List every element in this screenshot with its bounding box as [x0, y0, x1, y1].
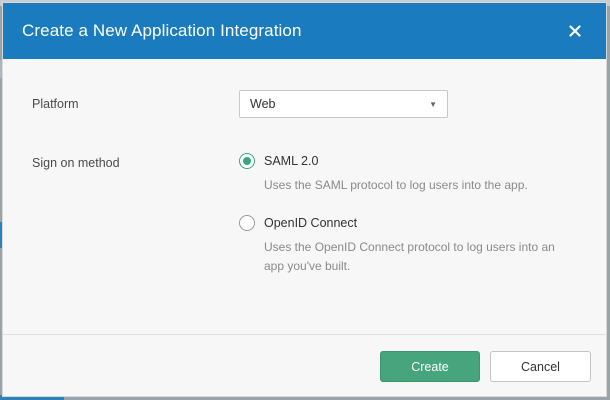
- caret-down-icon: ▼: [429, 99, 437, 109]
- saml-radio-label: SAML 2.0: [264, 154, 319, 168]
- close-icon: [569, 25, 581, 37]
- platform-label: Platform: [32, 97, 79, 111]
- openid-connect-radio-label: OpenID Connect: [264, 216, 358, 230]
- dialog-header: Create a New Application Integration: [3, 3, 606, 59]
- platform-selected-value: Web: [250, 97, 276, 111]
- saml-radio-button[interactable]: [239, 153, 255, 169]
- saml-radio-option[interactable]: SAML 2.0: [239, 153, 318, 169]
- saml-description: Uses the SAML protocol to log users into…: [264, 178, 528, 192]
- openid-connect-radio-option[interactable]: OpenID Connect: [239, 215, 357, 231]
- openid-connect-description: Uses the OpenID Connect protocol to log …: [264, 240, 555, 273]
- create-button[interactable]: Create: [380, 351, 480, 382]
- dialog-body: Platform Web ▼ Sign on method SAML 2.0 U…: [3, 59, 606, 334]
- dialog-title: Create a New Application Integration: [22, 21, 302, 40]
- dialog-footer: Create Cancel: [3, 334, 606, 396]
- openid-connect-radio-button[interactable]: [239, 215, 255, 231]
- create-app-integration-dialog: Create a New Application Integration Pla…: [2, 2, 607, 397]
- cancel-button[interactable]: Cancel: [490, 351, 591, 382]
- platform-select[interactable]: Web ▼: [239, 90, 448, 118]
- sign-on-method-label: Sign on method: [32, 156, 120, 170]
- radio-checked-dot: [243, 157, 251, 165]
- close-button[interactable]: [564, 20, 586, 42]
